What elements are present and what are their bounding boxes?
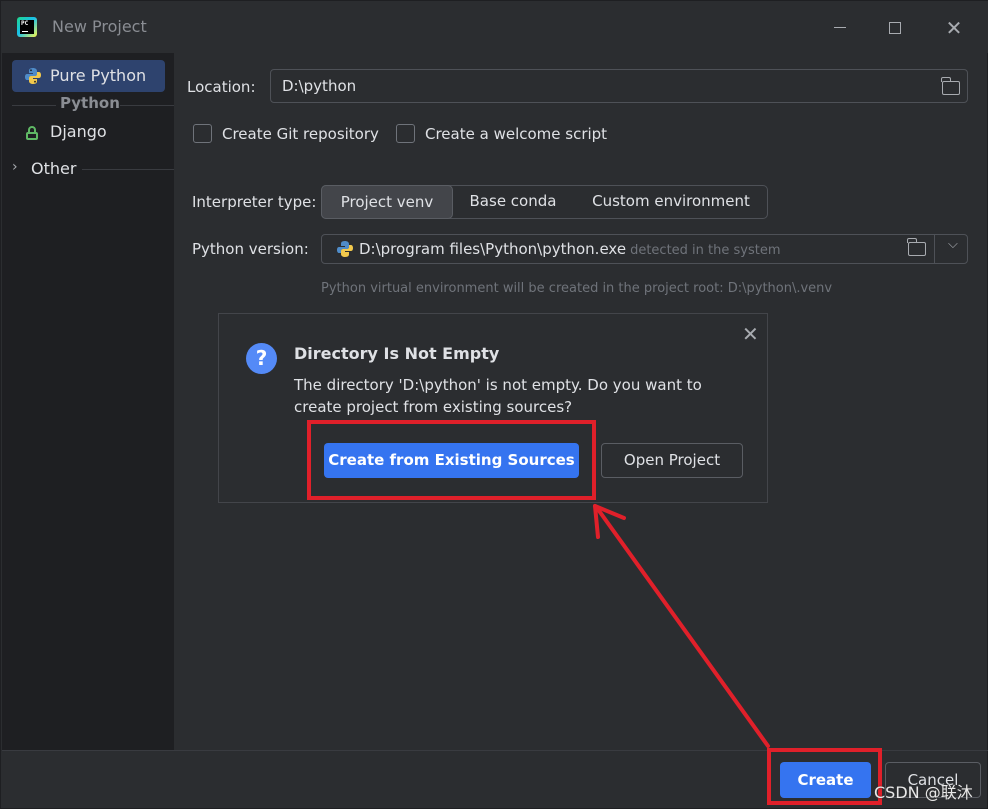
annotation-arrow-icon [593,504,770,748]
watermark: CSDN @联沐 [874,783,973,802]
